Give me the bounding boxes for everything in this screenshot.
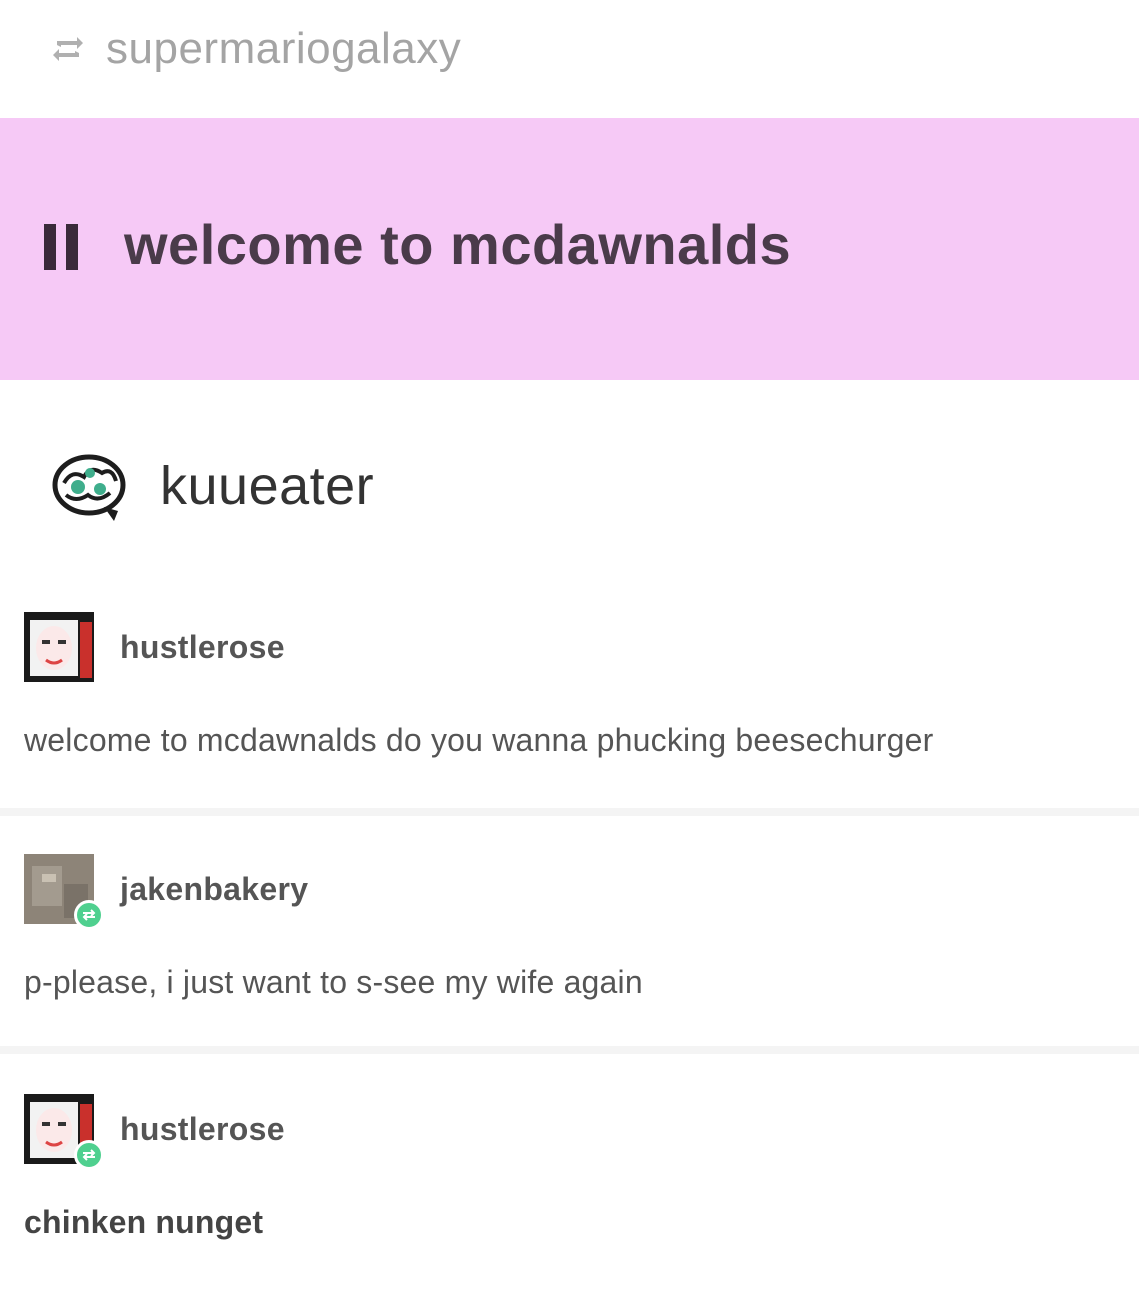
op-header: kuueater <box>0 436 1139 536</box>
user-avatar-icon[interactable] <box>24 612 94 682</box>
post-username[interactable]: hustlerose <box>120 1111 285 1148</box>
reblog-icon[interactable] <box>48 29 88 69</box>
divider <box>0 808 1139 816</box>
reblog-badge-icon <box>74 1140 104 1170</box>
pause-icon[interactable] <box>44 224 78 270</box>
user-avatar-icon[interactable] <box>24 854 104 930</box>
post-username[interactable]: hustlerose <box>120 629 285 666</box>
reblog-header: supermariogalaxy <box>0 0 1139 108</box>
post-title: welcome to mcdawnalds <box>124 212 792 276</box>
reply-post: hustlerose chinken nunget <box>0 1094 1139 1241</box>
post-text: p-please, i just want to s-see my wife a… <box>24 964 643 1000</box>
post-title-banner: welcome to mcdawnalds <box>0 118 1139 380</box>
reply-post: jakenbakery p-please, i just want to s-s… <box>0 854 1139 1001</box>
op-username[interactable]: kuueater <box>160 455 374 517</box>
divider <box>0 1046 1139 1054</box>
post-text: welcome to mcdawnalds do you wanna phuck… <box>24 722 934 758</box>
reblog-username[interactable]: supermariogalaxy <box>106 24 461 74</box>
post-username[interactable]: jakenbakery <box>120 871 308 908</box>
reblog-badge-icon <box>74 900 104 930</box>
user-avatar-icon[interactable] <box>24 1094 104 1170</box>
reply-post: hustlerose welcome to mcdawnalds do you … <box>0 612 1139 759</box>
brain-avatar-icon[interactable] <box>48 445 130 527</box>
post-text: chinken nunget <box>24 1204 264 1240</box>
